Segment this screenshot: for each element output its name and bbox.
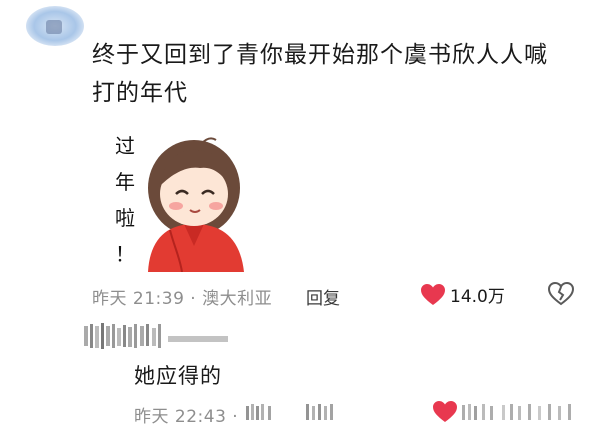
reply-avatar-obscured[interactable] — [84, 320, 234, 358]
sticker-char: 啦 — [115, 206, 135, 230]
reply-meta-obscured — [246, 402, 356, 426]
sticker-image: 过 年 啦 ！ — [100, 122, 248, 274]
reply-timestamp: 昨天 22:43 · — [134, 407, 239, 427]
reply-button[interactable]: 回复 — [306, 284, 340, 309]
reply-like-count-obscured — [462, 404, 571, 420]
dislike-button[interactable] — [547, 281, 575, 310]
sticker-char: 年 — [115, 170, 135, 194]
like-button[interactable]: 14.0万 — [420, 282, 505, 307]
like-count: 14.0万 — [450, 287, 505, 307]
avatar[interactable] — [26, 6, 84, 46]
sticker-char: ！ — [115, 242, 135, 266]
reply-like-button[interactable] — [432, 400, 588, 424]
comment-timestamp: 昨天 21:39 · 澳大利亚 — [92, 289, 273, 309]
girl-illustration — [148, 137, 244, 272]
comment-text: 终于又回到了青你最开始那个虞书欣人人喊打的年代 — [92, 42, 548, 106]
sticker-caption: 过 年 啦 ！ — [108, 128, 142, 272]
heart-icon — [433, 401, 457, 422]
reply-text: 她应得的 — [134, 364, 222, 388]
sticker-char: 过 — [115, 134, 135, 158]
heart-icon — [421, 283, 445, 305]
broken-heart-icon — [547, 281, 575, 306]
